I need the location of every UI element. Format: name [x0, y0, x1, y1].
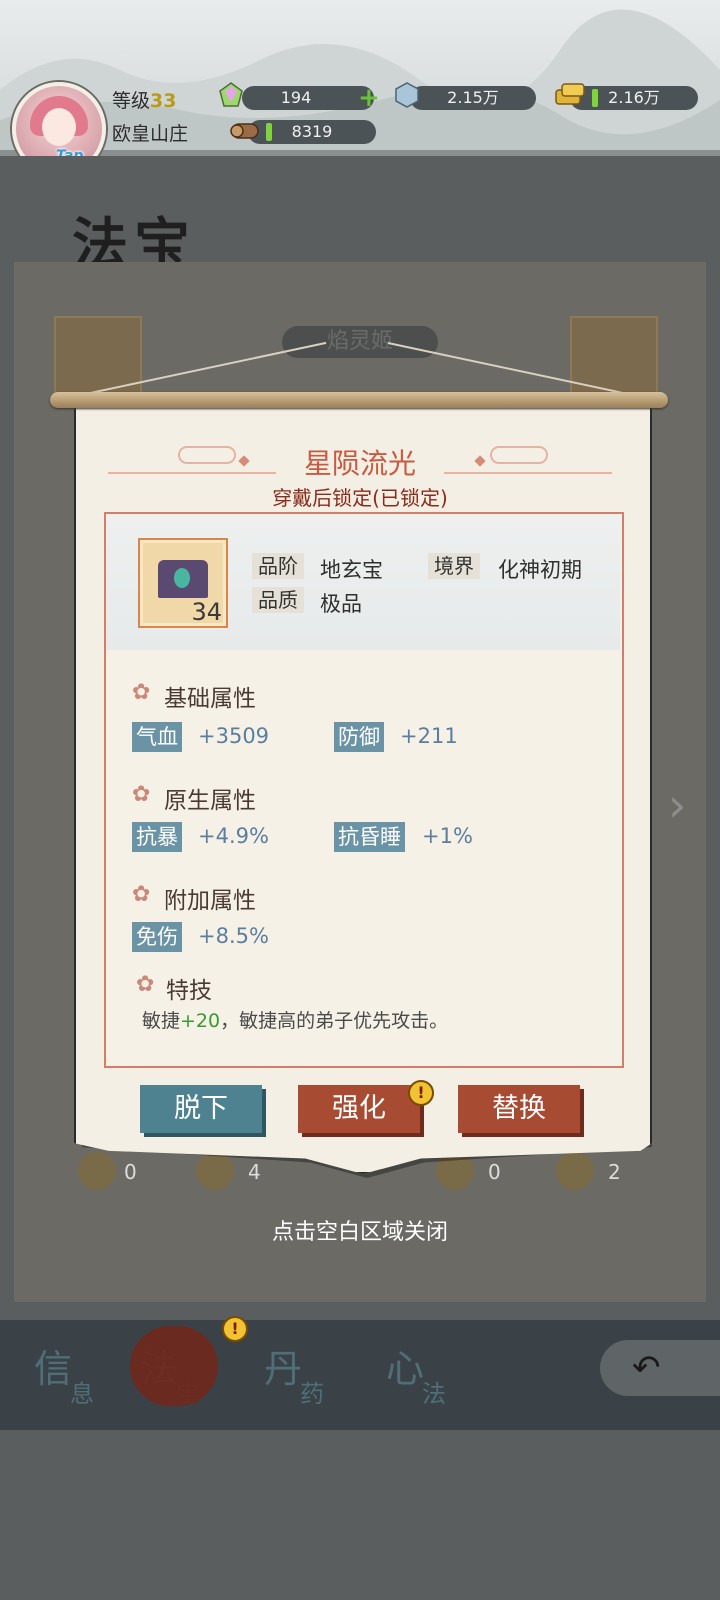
section-title-extra: 附加属性: [164, 888, 256, 914]
section-title-native: 原生属性: [164, 788, 256, 814]
realm-label: 境界: [428, 553, 480, 579]
stat-value: +4.9%: [198, 824, 269, 848]
stone-counter: 2.15万: [410, 86, 536, 110]
tab-alert-badge: !: [222, 1316, 248, 1342]
next-arrow-icon[interactable]: ›: [668, 778, 686, 832]
tab-medicine-small: 药: [300, 1380, 324, 1408]
quality-value: 极品: [320, 592, 362, 616]
character-name: 焰灵姬: [282, 326, 438, 358]
flower-icon: ✿: [136, 972, 155, 997]
alert-badge: !: [408, 1080, 434, 1106]
crystal-value: 194: [280, 88, 312, 107]
tab-fabao-big: 法: [140, 1347, 179, 1391]
flower-icon: ✿: [132, 680, 151, 705]
skill-prefix: 敏捷: [142, 1010, 181, 1032]
enhance-button[interactable]: 强化: [298, 1085, 420, 1133]
gold-ingot-icon: [555, 83, 585, 105]
back-button[interactable]: ↶: [600, 1340, 720, 1396]
grade-value: 地玄宝: [320, 558, 383, 582]
stat-name: 防御: [334, 722, 384, 752]
tab-info-big: 信: [34, 1347, 73, 1391]
item-level: 34: [191, 598, 222, 626]
level-display: 等级33: [112, 86, 176, 113]
wood-count: 4: [248, 1160, 261, 1184]
stone-value: 2.15万: [447, 88, 499, 107]
tab-technique-big: 心: [386, 1347, 425, 1391]
scroll-rod: [50, 392, 668, 408]
stat-name: 免伤: [132, 922, 182, 952]
grade-label: 品阶: [252, 553, 304, 579]
tab-medicine[interactable]: 丹 药: [244, 1330, 354, 1410]
guild-name: 欧皇山庄: [112, 123, 189, 145]
stat-name: 抗昏睡: [334, 822, 405, 852]
tab-technique-small: 法: [422, 1380, 446, 1408]
tab-info-small: 息: [70, 1380, 94, 1408]
earth-count: 2: [608, 1160, 621, 1184]
item-icon: 34: [138, 538, 228, 628]
fire-count: 0: [488, 1160, 501, 1184]
tab-fabao-small: 宝: [176, 1380, 200, 1408]
stat-value: +1%: [422, 824, 473, 848]
tab-medicine-big: 丹: [264, 1347, 303, 1391]
close-hint[interactable]: 点击空白区域关闭: [0, 1214, 720, 1246]
wood-value: 8319: [291, 122, 333, 141]
stat-value: +3509: [198, 724, 270, 748]
stat-name: 抗暴: [132, 822, 182, 852]
stone-icon: [395, 82, 419, 108]
metal-count: 0: [124, 1160, 137, 1184]
stat-name: 气血: [132, 722, 182, 752]
unequip-button[interactable]: 脱下: [140, 1085, 262, 1133]
flower-icon: ✿: [132, 882, 151, 907]
metal-element-icon: [78, 1152, 116, 1190]
level-label: 等级: [112, 90, 151, 112]
gold-bar: [592, 89, 598, 107]
stat-value: +211: [400, 724, 458, 748]
wood-bar: [266, 123, 272, 141]
crystal-icon: [219, 82, 243, 107]
skill-plus: +20: [180, 1010, 221, 1032]
gold-value: 2.16万: [608, 88, 660, 107]
section-title-base: 基础属性: [164, 686, 256, 712]
add-crystal-icon[interactable]: +: [358, 85, 382, 111]
skill-suffix: ，敏捷高的弟子优先攻击。: [220, 1010, 449, 1032]
tab-fabao[interactable]: 法 宝: [120, 1330, 230, 1410]
lock-status: 穿戴后锁定(已锁定): [272, 486, 448, 510]
gold-counter: 2.16万: [570, 86, 698, 110]
crystal-counter: 194: [242, 86, 374, 110]
realm-value: 化神初期: [498, 558, 582, 582]
skill-description: 敏捷+20，敏捷高的弟子优先攻击。: [142, 1006, 448, 1033]
item-title: 星陨流光: [303, 447, 416, 480]
wood-log-icon: [230, 123, 259, 139]
tab-info[interactable]: 信 息: [14, 1330, 124, 1410]
level-value: 33: [150, 90, 177, 112]
gem-icon: [174, 568, 190, 588]
section-title-skill: 特技: [166, 978, 212, 1004]
wood-element-icon: [196, 1152, 234, 1190]
replace-button[interactable]: 替换: [458, 1085, 580, 1133]
quality-label: 品质: [252, 587, 304, 613]
tab-technique[interactable]: 心 法: [366, 1330, 476, 1410]
stat-value: +8.5%: [198, 924, 269, 948]
flower-icon: ✿: [132, 782, 151, 807]
earth-element-icon: [556, 1152, 594, 1190]
